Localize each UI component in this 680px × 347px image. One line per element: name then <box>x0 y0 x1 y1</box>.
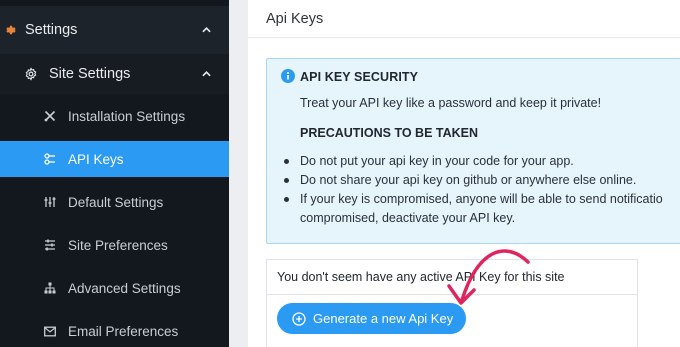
sliders-icon <box>44 197 56 207</box>
sidebar-item-label: Site Preferences <box>68 237 168 253</box>
sidebar-settings-toggle[interactable]: Settings <box>0 6 229 54</box>
list-item-continuation: compromised, deactivate your API key. <box>300 211 516 225</box>
gear-icon <box>6 25 16 35</box>
sidebar-item-label: Email Preferences <box>68 323 179 339</box>
gear-outline-icon <box>25 67 37 81</box>
layout-gutter <box>229 0 248 347</box>
sidebar-item-label: API Keys <box>68 151 124 167</box>
sidebar-item-advanced-settings[interactable]: Advanced Settings <box>0 270 229 306</box>
page-header: Api Keys <box>248 0 680 38</box>
list-item: Do not share your api key on github or a… <box>276 171 663 190</box>
list-item: If your key is compromised, anyone will … <box>276 190 663 209</box>
info-icon <box>281 69 295 83</box>
chevron-up-icon <box>202 71 211 77</box>
sidebar-item-api-keys[interactable]: API Keys <box>0 141 229 177</box>
chevron-up-icon <box>202 27 211 33</box>
page-title: Api Keys <box>266 10 324 27</box>
notice-subtitle: PRECAUTIONS TO BE TAKEN <box>300 126 479 140</box>
sidebar-item-installation-settings[interactable]: Installation Settings <box>0 98 229 134</box>
sidebar: Settings Site Settings Installation Sett… <box>0 0 229 347</box>
sidebar-settings-label: Settings <box>25 22 78 38</box>
empty-keys-message: You don't seem have any active API Key f… <box>277 270 565 284</box>
main-content: Api Keys API KEY SECURITY Treat your API… <box>248 0 680 347</box>
divider <box>267 294 637 295</box>
sidebar-item-site-preferences[interactable]: Site Preferences <box>0 227 229 263</box>
sidebar-item-label: Default Settings <box>68 194 164 210</box>
sliders-horizontal-icon <box>45 239 55 251</box>
sidebar-item-label: Installation Settings <box>68 108 186 124</box>
sitemap-icon <box>44 282 56 294</box>
api-keys-panel: You don't seem have any active API Key f… <box>266 259 638 347</box>
key-icon <box>44 153 55 165</box>
notice-title: API KEY SECURITY <box>300 70 419 84</box>
security-notice: API KEY SECURITY Treat your API key like… <box>266 58 680 244</box>
sidebar-site-settings-toggle[interactable]: Site Settings <box>0 54 229 94</box>
tools-icon <box>44 110 56 122</box>
sidebar-item-label: Advanced Settings <box>68 280 181 296</box>
precautions-list: Do not put your api key in your code for… <box>276 152 663 228</box>
sidebar-item-email-preferences[interactable]: Email Preferences <box>0 313 229 347</box>
sidebar-site-settings-label: Site Settings <box>49 66 131 82</box>
plus-circle-icon <box>292 311 306 326</box>
notice-text: Treat your API key like a password and k… <box>300 96 602 110</box>
generate-api-key-label: Generate a new Api Key <box>313 311 454 326</box>
sidebar-item-default-settings[interactable]: Default Settings <box>0 184 229 220</box>
envelope-icon <box>44 326 56 336</box>
generate-api-key-button[interactable]: Generate a new Api Key <box>277 303 466 334</box>
list-item: Do not put your api key in your code for… <box>276 152 663 171</box>
